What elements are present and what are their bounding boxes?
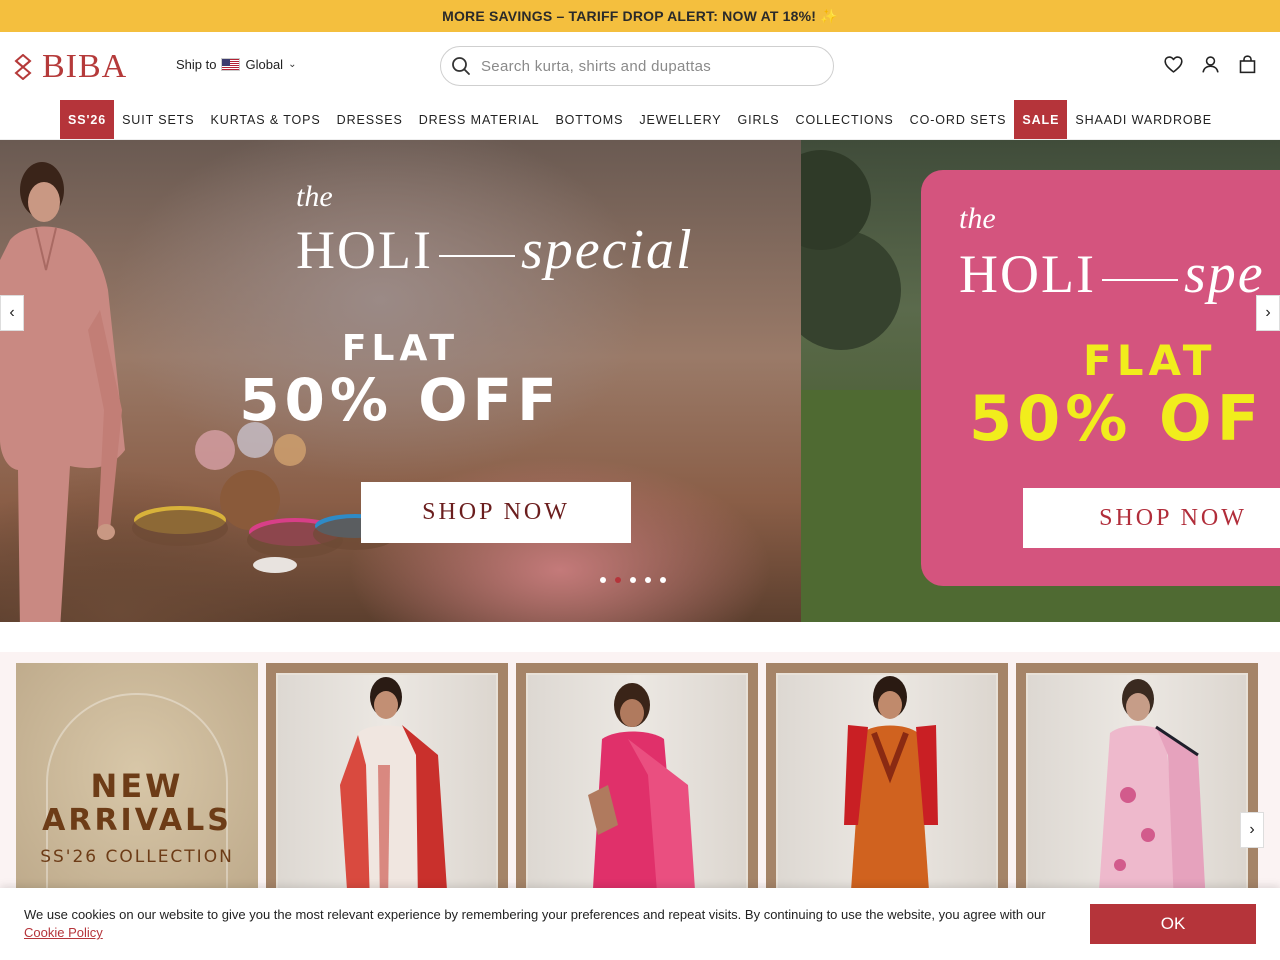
chevron-down-icon: ⌄ — [288, 59, 297, 70]
model-pink-floral-suit-image — [1098, 679, 1206, 903]
ship-region: Global — [245, 57, 284, 72]
account-user-icon[interactable] — [1200, 54, 1221, 75]
hero-carousel: the HOLI special FLAT 50% OFF SHOP NOW th… — [0, 140, 1280, 622]
header-actions — [1163, 54, 1258, 75]
hero-pagination-dots — [600, 577, 666, 583]
hero-flat-label: FLAT — [341, 328, 460, 369]
new-arrivals-line2: ARRIVALS — [42, 803, 232, 838]
nav-item-shaadi-wardrobe[interactable]: SHAADI WARDROBE — [1067, 100, 1220, 139]
nav-item-bottoms[interactable]: BOTTOMS — [547, 100, 631, 139]
main-navigation: SS'26 SUIT SETS KURTAS & TOPS DRESSES DR… — [0, 100, 1280, 140]
category-cards: NEW ARRIVALS SS'26 COLLECTION — [16, 663, 1258, 903]
nav-item-kurtas-tops[interactable]: KURTAS & TOPS — [203, 100, 329, 139]
nav-item-collections[interactable]: COLLECTIONS — [788, 100, 902, 139]
cookie-message: We use cookies on our website to give yo… — [24, 906, 1064, 942]
hero-dot-3[interactable] — [630, 577, 636, 583]
model-orange-kurta-image — [844, 676, 938, 903]
model-pink-saree-image — [588, 683, 696, 903]
hero-slide-holi-special[interactable]: the HOLI special FLAT 50% OFF SHOP NOW — [0, 140, 801, 622]
product-card-1[interactable] — [266, 663, 508, 903]
nav-item-ss26[interactable]: SS'26 — [60, 100, 115, 139]
product-photo-frame — [526, 673, 748, 903]
logo-text: BIBA — [42, 48, 128, 85]
hero-shop-now-button[interactable]: SHOP NOW — [361, 482, 631, 543]
nav-item-dresses[interactable]: DRESSES — [329, 100, 411, 139]
hero-title-holi: HOLI special — [296, 219, 694, 281]
pink-title-holi: HOLI spe — [959, 243, 1265, 305]
announcement-text: MORE SAVINGS – TARIFF DROP ALERT: NOW AT… — [442, 7, 838, 24]
hero-dot-5[interactable] — [660, 577, 666, 583]
announcement-bar[interactable]: MORE SAVINGS – TARIFF DROP ALERT: NOW AT… — [0, 0, 1280, 32]
logo-emblem-icon — [14, 54, 32, 80]
hero-dot-1[interactable] — [600, 577, 606, 583]
hero-next-arrow-icon[interactable]: › — [1256, 295, 1280, 331]
product-photo-frame — [1026, 673, 1248, 903]
pink-title-the: the — [959, 202, 996, 235]
nav-item-suit-sets[interactable]: SUIT SETS — [114, 100, 202, 139]
pink-shop-now-button[interactable]: SHOP NOW — [1023, 488, 1280, 548]
site-header: BIBA Ship to Global ⌄ — [0, 32, 1280, 100]
hero-offer-label: 50% OFF — [239, 366, 562, 434]
new-arrivals-line3: SS'26 COLLECTION — [40, 847, 234, 867]
model-white-red-suit-image — [340, 677, 448, 903]
ship-to-label: Ship to — [176, 57, 217, 72]
product-card-4[interactable] — [1016, 663, 1258, 903]
category-next-arrow-icon[interactable]: › — [1240, 812, 1264, 848]
pink-offer-label: 50% OF — [969, 382, 1265, 455]
search-bar[interactable] — [440, 46, 834, 86]
product-photo-frame — [276, 673, 498, 903]
cookie-banner: We use cookies on our website to give yo… — [0, 888, 1280, 960]
hero-dot-2[interactable] — [615, 577, 621, 583]
cookie-policy-link[interactable]: Cookie Policy — [24, 925, 103, 940]
nav-item-co-ord-sets[interactable]: CO-ORD SETS — [902, 100, 1015, 139]
search-input[interactable] — [481, 57, 811, 75]
product-card-2[interactable] — [516, 663, 758, 903]
new-arrivals-line1: NEW — [90, 767, 184, 805]
product-card-3[interactable] — [766, 663, 1008, 903]
hero-title-the: the — [296, 180, 333, 213]
cookie-ok-button[interactable]: OK — [1090, 904, 1256, 944]
biba-logo[interactable]: BIBA — [14, 48, 127, 86]
nav-item-jewellery[interactable]: JEWELLERY — [631, 100, 729, 139]
hero-dot-4[interactable] — [645, 577, 651, 583]
nav-item-sale[interactable]: SALE — [1014, 100, 1068, 139]
hero-prev-arrow-icon[interactable]: ‹ — [0, 295, 24, 331]
cart-bag-icon[interactable] — [1237, 54, 1258, 75]
search-icon[interactable] — [451, 56, 471, 76]
cookie-text: We use cookies on our website to give yo… — [24, 907, 1046, 922]
new-arrivals-card[interactable]: NEW ARRIVALS SS'26 COLLECTION — [16, 663, 258, 903]
hero-slide-holi-special-next[interactable]: the HOLI spe FLAT 50% OF SHOP NOW — [801, 140, 1280, 622]
product-photo-frame — [776, 673, 998, 903]
wishlist-heart-icon[interactable] — [1163, 54, 1184, 75]
pink-offer-card: the HOLI spe FLAT 50% OF SHOP NOW — [921, 170, 1280, 586]
ship-to-selector[interactable]: Ship to Global ⌄ — [176, 57, 296, 72]
nav-item-girls[interactable]: GIRLS — [730, 100, 788, 139]
pink-flat-label: FLAT — [1083, 336, 1217, 385]
nav-item-dress-material[interactable]: DRESS MATERIAL — [411, 100, 548, 139]
us-flag-icon — [221, 58, 241, 71]
